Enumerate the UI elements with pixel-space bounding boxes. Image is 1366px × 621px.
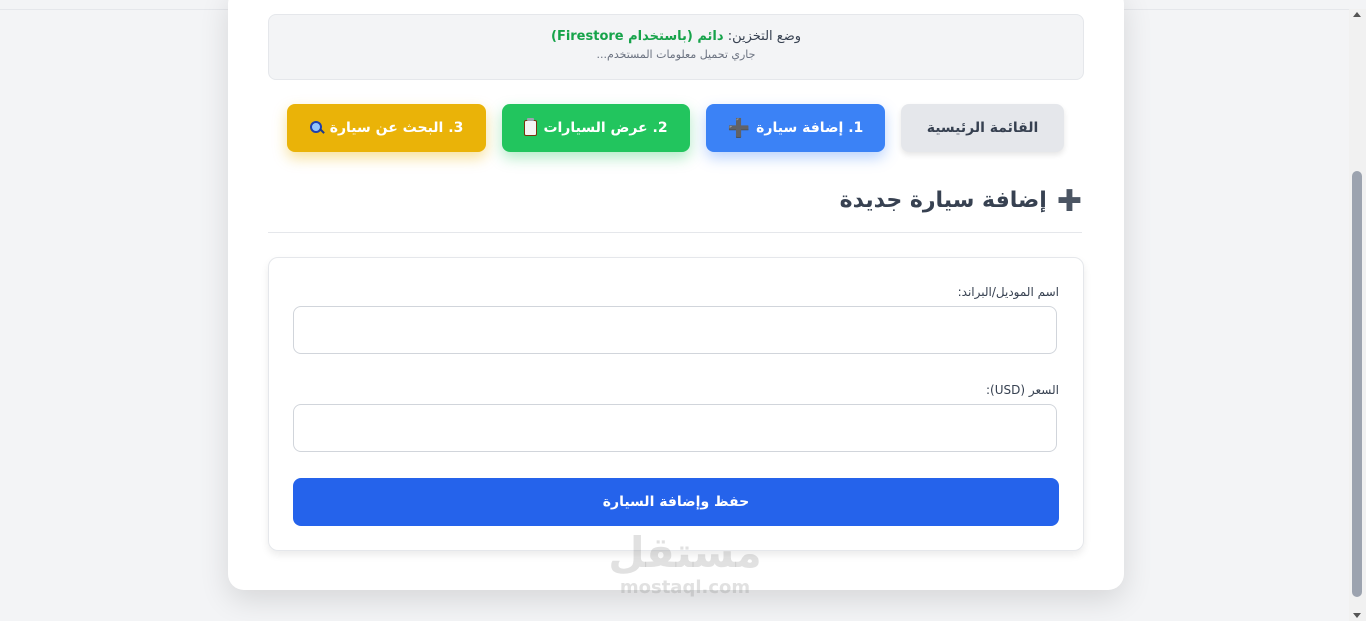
main-menu-button[interactable]: القائمة الرئيسية xyxy=(901,104,1064,152)
main-card: وضع التخزين: دائم (باستخدام Firestore) ج… xyxy=(228,0,1124,590)
save-car-button[interactable]: حفظ وإضافة السيارة xyxy=(293,478,1059,526)
storage-status-line: وضع التخزين: دائم (باستخدام Firestore) xyxy=(269,29,1083,44)
title-plus-icon: ✚ xyxy=(1056,184,1082,219)
storage-status-value: دائم (باستخدام Firestore) xyxy=(550,29,724,44)
model-label: اسم الموديل/البراند: xyxy=(957,285,1059,299)
add-car-form: اسم الموديل/البراند: السعر (USD): حفظ وإ… xyxy=(268,257,1084,551)
storage-status-box: وضع التخزين: دائم (باستخدام Firestore) ج… xyxy=(268,14,1084,80)
clipboard-icon xyxy=(524,118,538,136)
page-scrollbar[interactable] xyxy=(1349,9,1366,621)
scroll-up-icon[interactable] xyxy=(1353,12,1361,17)
search-car-button[interactable]: 3. البحث عن سيارة xyxy=(287,104,486,152)
add-car-button[interactable]: 1. إضافة سيارة ➕ xyxy=(706,104,885,152)
price-input[interactable] xyxy=(293,404,1057,452)
watermark-sub: mostaql.com xyxy=(619,577,751,598)
plus-icon: ➕ xyxy=(727,117,751,139)
view-cars-button[interactable]: 2. عرض السيارات xyxy=(502,104,690,152)
view-cars-label: 2. عرض السيارات xyxy=(543,120,668,136)
section-title: ✚ إضافة سيارة جديدة xyxy=(268,184,1082,233)
watermark-main: مستقل xyxy=(608,528,762,577)
search-car-label: 3. البحث عن سيارة xyxy=(329,120,464,136)
nav-buttons: القائمة الرئيسية 1. إضافة سيارة ➕ 2. عرض… xyxy=(228,104,1124,152)
add-car-label: 1. إضافة سيارة xyxy=(756,120,864,136)
model-input[interactable] xyxy=(293,306,1057,354)
storage-status-label: وضع التخزين: xyxy=(727,29,802,44)
scroll-thumb[interactable] xyxy=(1352,171,1362,597)
main-menu-label: القائمة الرئيسية xyxy=(926,120,1039,136)
scroll-down-icon[interactable] xyxy=(1353,613,1361,618)
user-loading-text: جاري تحميل معلومات المستخدم... xyxy=(596,48,756,61)
magnifier-icon xyxy=(309,121,324,135)
section-title-text: إضافة سيارة جديدة xyxy=(839,188,1047,213)
price-label: السعر (USD): xyxy=(986,383,1059,397)
mostaql-watermark: مستقل mostaql.com xyxy=(600,528,770,598)
